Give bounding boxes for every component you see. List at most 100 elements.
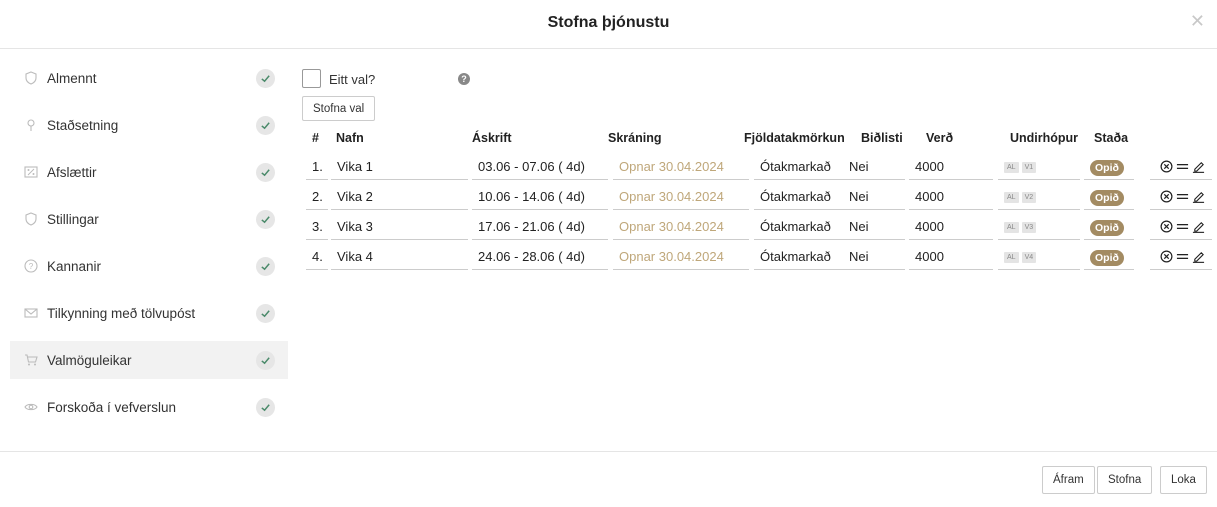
edit-pencil-icon[interactable] (1192, 250, 1205, 263)
create-button[interactable]: Stofna (1097, 466, 1153, 494)
row-name[interactable]: Vika 2 (331, 183, 468, 210)
sidebar-item-stillingar[interactable]: Stillingar (10, 200, 288, 238)
row-waitlist[interactable]: Nei (843, 213, 905, 240)
subgroup-tag: V1 (1021, 162, 1037, 174)
row-actions (1150, 153, 1212, 180)
close-icon[interactable]: ✕ (1190, 12, 1205, 30)
row-subscription[interactable]: 24.06 - 28.06 ( 4d) (472, 243, 608, 270)
row-name[interactable]: Vika 4 (331, 243, 468, 270)
drag-handle-icon[interactable] (1176, 190, 1189, 203)
row-waitlist[interactable]: Nei (843, 183, 905, 210)
subgroup-tag: AL (1004, 162, 1019, 174)
next-button[interactable]: Áfram (1042, 466, 1095, 494)
row-subgroup[interactable]: AL V4 (998, 243, 1080, 270)
row-capacity[interactable]: Ótakmarkað (754, 243, 852, 270)
status-badge: Opið (1090, 189, 1124, 206)
check-icon (256, 115, 275, 135)
row-capacity[interactable]: Ótakmarkað (754, 183, 852, 210)
subgroup-tag: V4 (1021, 252, 1037, 264)
modal-footer: Áfram Stofna Loka (0, 451, 1217, 507)
single-choice-row: Eitt val? ? (302, 69, 1212, 89)
delete-circle-icon[interactable] (1160, 190, 1173, 203)
row-name[interactable]: Vika 3 (331, 213, 468, 240)
edit-pencil-icon[interactable] (1192, 220, 1205, 233)
check-icon (256, 303, 275, 323)
header-num: # (312, 131, 319, 145)
header-price: Verð (926, 131, 954, 145)
sidebar-item-almennt[interactable]: Almennt (10, 59, 288, 97)
edit-pencil-icon[interactable] (1192, 190, 1205, 203)
percent-icon (24, 165, 38, 179)
row-status: Opið (1084, 213, 1134, 240)
sidebar-item-tilkynning[interactable]: Tilkynning með tölvupóst (10, 294, 288, 332)
subgroup-tag: V2 (1021, 192, 1037, 204)
drag-handle-icon[interactable] (1176, 250, 1189, 263)
row-price[interactable]: 4000 (909, 153, 993, 180)
row-capacity[interactable]: Ótakmarkað (754, 213, 852, 240)
row-subgroup[interactable]: AL V3 (998, 213, 1080, 240)
check-icon (256, 209, 275, 229)
delete-circle-icon[interactable] (1160, 250, 1173, 263)
sidebar-item-label: Staðsetning (47, 117, 119, 133)
options-table: 1. Vika 1 03.06 - 07.06 ( 4d) Opnar 30.0… (302, 153, 1212, 273)
row-status: Opið (1084, 183, 1134, 210)
sidebar-item-kannanir[interactable]: ? Kannanir (10, 247, 288, 285)
status-badge: Opið (1090, 219, 1124, 236)
cart-icon (24, 353, 38, 367)
sidebar-item-afslaettir[interactable]: Afslættir (10, 153, 288, 191)
status-badge: Opið (1090, 159, 1124, 176)
edit-pencil-icon[interactable] (1192, 160, 1205, 173)
sidebar-item-forskoda[interactable]: Forskoða í vefverslun (10, 388, 288, 426)
subgroup-tag: V3 (1021, 222, 1037, 234)
create-option-button[interactable]: Stofna val (302, 96, 376, 121)
drag-handle-icon[interactable] (1176, 220, 1189, 233)
table-row: 3. Vika 3 17.06 - 21.06 ( 4d) Opnar 30.0… (302, 213, 1212, 243)
single-choice-checkbox[interactable] (302, 69, 321, 88)
row-num: 3. (306, 213, 328, 240)
row-price[interactable]: 4000 (909, 243, 993, 270)
row-price[interactable]: 4000 (909, 213, 993, 240)
header-subgroup: Undirhópur (1010, 131, 1079, 145)
drag-handle-icon[interactable] (1176, 160, 1189, 173)
row-name[interactable]: Vika 1 (331, 153, 468, 180)
row-registration[interactable]: Opnar 30.04.2024 (613, 213, 749, 240)
shield-icon (24, 212, 38, 226)
row-actions (1150, 243, 1212, 270)
subgroup-tag: AL (1004, 222, 1019, 234)
row-num: 2. (306, 183, 328, 210)
row-actions (1150, 183, 1212, 210)
question-icon: ? (24, 259, 38, 273)
row-price[interactable]: 4000 (909, 183, 993, 210)
sidebar-item-label: Valmöguleikar (47, 352, 132, 368)
row-registration[interactable]: Opnar 30.04.2024 (613, 153, 749, 180)
sidebar-item-label: Afslættir (47, 164, 97, 180)
header-registration: Skráning (608, 131, 662, 145)
shield-icon (24, 71, 38, 85)
sidebar-item-valmoguleikar[interactable]: Valmöguleikar (10, 341, 288, 379)
row-num: 1. (306, 153, 328, 180)
close-button[interactable]: Loka (1160, 466, 1207, 494)
header-status: Staða (1094, 131, 1129, 145)
sidebar-item-label: Almennt (47, 70, 97, 86)
row-waitlist[interactable]: Nei (843, 153, 905, 180)
delete-circle-icon[interactable] (1160, 220, 1173, 233)
row-num: 4. (306, 243, 328, 270)
delete-circle-icon[interactable] (1160, 160, 1173, 173)
help-icon[interactable]: ? (458, 73, 470, 85)
row-registration[interactable]: Opnar 30.04.2024 (613, 183, 749, 210)
options-panel: Eitt val? ? Stofna val # Nafn Áskrift Sk… (302, 69, 1212, 270)
row-subgroup[interactable]: AL V1 (998, 153, 1080, 180)
row-registration[interactable]: Opnar 30.04.2024 (613, 243, 749, 270)
row-subscription[interactable]: 10.06 - 14.06 ( 4d) (472, 183, 608, 210)
row-subscription[interactable]: 03.06 - 07.06 ( 4d) (472, 153, 608, 180)
header-name: Nafn (336, 131, 364, 145)
svg-text:?: ? (29, 262, 34, 271)
table-row: 2. Vika 2 10.06 - 14.06 ( 4d) Opnar 30.0… (302, 183, 1212, 213)
sidebar-item-stadsetning[interactable]: Staðsetning (10, 106, 288, 144)
row-subgroup[interactable]: AL V2 (998, 183, 1080, 210)
status-badge: Opið (1090, 249, 1124, 266)
row-subscription[interactable]: 17.06 - 21.06 ( 4d) (472, 213, 608, 240)
row-waitlist[interactable]: Nei (843, 243, 905, 270)
sidebar-item-label: Forskoða í vefverslun (47, 399, 177, 415)
row-capacity[interactable]: Ótakmarkað (754, 153, 852, 180)
